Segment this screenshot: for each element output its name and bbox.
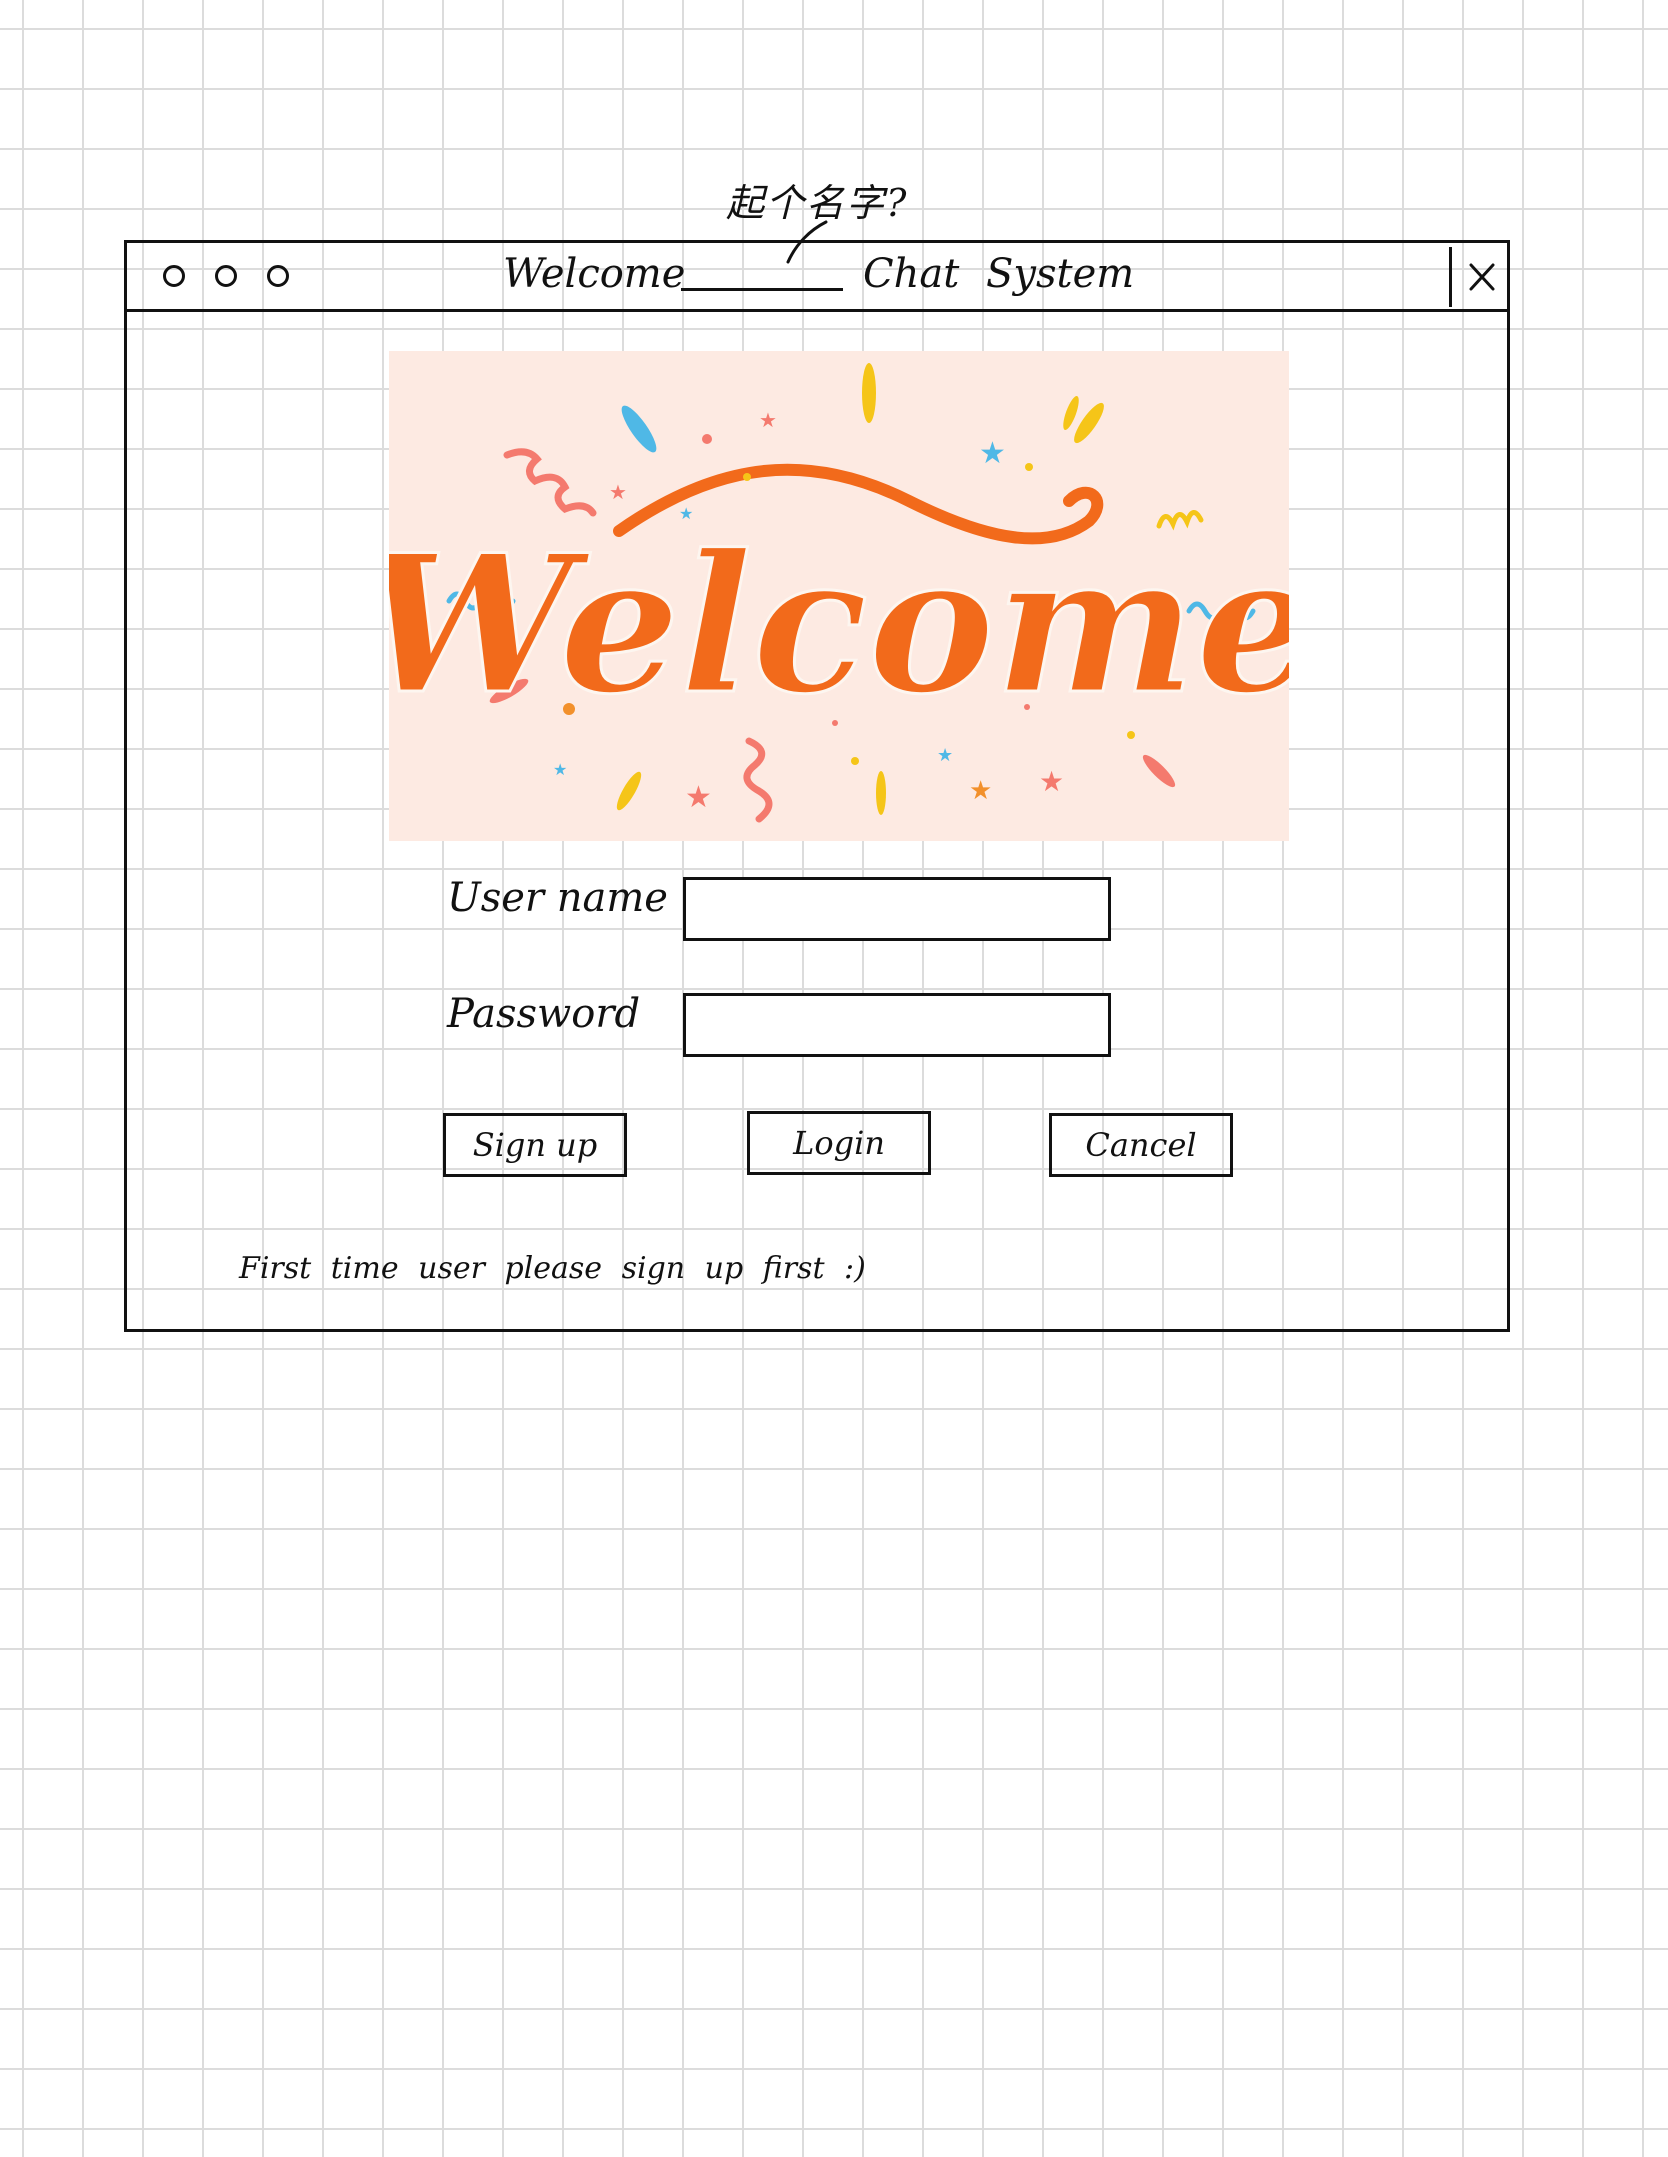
- confetti-star-7: ★: [937, 745, 953, 766]
- sign-up-button[interactable]: Sign up: [443, 1113, 627, 1177]
- welcome-illustration: ★ ★ ★ ★ ★ ★ ★ ★ ★ Welcome: [389, 363, 1289, 823]
- confetti-yellow-drop: [862, 363, 876, 423]
- confetti-star-3: ★: [609, 480, 627, 504]
- cancel-button[interactable]: Cancel: [1049, 1113, 1233, 1177]
- confetti-star-2: ★: [759, 408, 777, 432]
- password-label: Password: [447, 991, 641, 1037]
- title-bar: Welcome Chat System: [127, 243, 1507, 312]
- username-input[interactable]: [683, 877, 1111, 941]
- login-button[interactable]: Login: [747, 1111, 931, 1175]
- window-control-dot-2[interactable]: [215, 265, 237, 287]
- window-title-chat-system: Chat System: [863, 251, 1135, 297]
- confetti-pink-drop-2: [1142, 754, 1176, 788]
- confetti-dot-4: [1025, 463, 1033, 471]
- title-divider: [1449, 247, 1452, 307]
- confetti-star-6: ★: [685, 780, 712, 815]
- confetti-star-8: ★: [969, 776, 992, 806]
- password-input[interactable]: [683, 993, 1111, 1057]
- welcome-lettering: Welcome: [389, 513, 1289, 736]
- confetti-star-5: ★: [553, 760, 567, 779]
- signup-hint: First time user please sign up first :): [239, 1251, 866, 1286]
- confetti-star-9: ★: [1039, 765, 1064, 798]
- close-icon: [1469, 263, 1495, 291]
- confetti-dot-8: [851, 757, 859, 765]
- title-name-blank: [681, 288, 843, 291]
- confetti-yellow-drop-5: [876, 771, 886, 815]
- username-label: User name: [447, 875, 668, 921]
- window-control-dot-3[interactable]: [267, 265, 289, 287]
- confetti-dot-2: [743, 473, 751, 481]
- confetti-pink-squiggle: [503, 448, 597, 517]
- confetti-star: ★: [979, 436, 1006, 471]
- confetti-pink-squiggle-2: [743, 737, 773, 823]
- confetti-dot: [702, 434, 712, 444]
- window-control-dot-1[interactable]: [163, 265, 185, 287]
- window-title-welcome: Welcome: [503, 251, 686, 297]
- confetti-yellow-drop-3: [1063, 395, 1079, 431]
- login-window: Welcome Chat System ★ ★ ★ ★ ★ ★ ★ ★ ★ We…: [124, 240, 1510, 1332]
- close-button[interactable]: [1457, 247, 1507, 305]
- confetti-yellow-drop-4: [616, 771, 642, 811]
- welcome-banner: ★ ★ ★ ★ ★ ★ ★ ★ ★ Welcome: [389, 351, 1289, 841]
- confetti-blue-drop: [621, 405, 657, 453]
